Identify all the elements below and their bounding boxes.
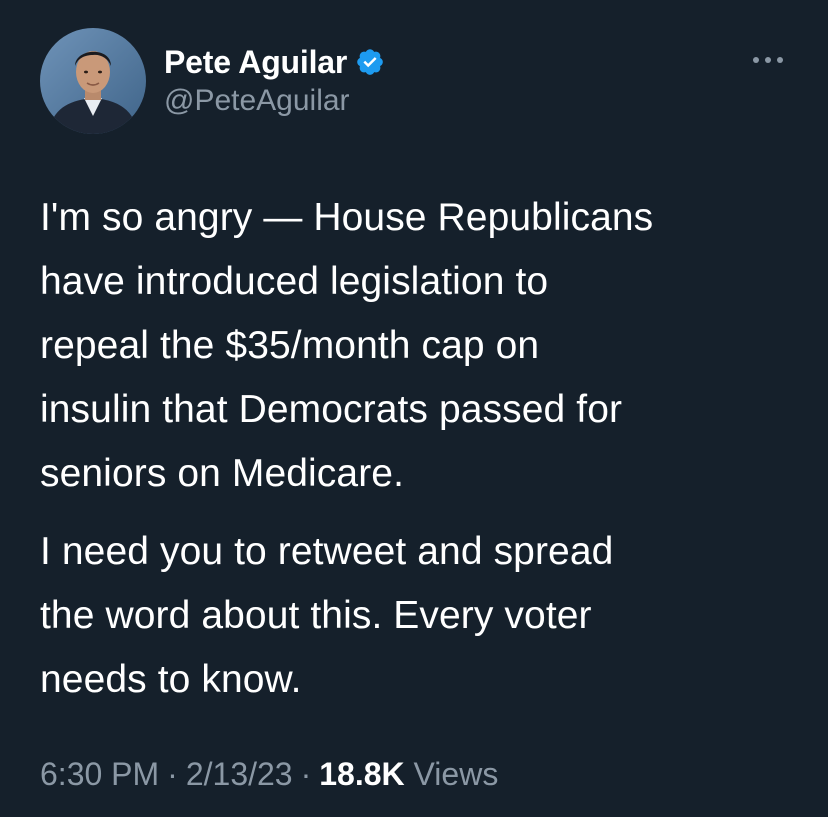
avatar[interactable] [40, 28, 146, 134]
tweet-paragraph: I need you to retweet and spread the wor… [40, 530, 614, 701]
display-name[interactable]: Pete Aguilar [164, 44, 347, 81]
tweet-meta: 6:30 PM · 2/13/23 · 18.8K Views [40, 756, 498, 793]
tweet-header: Pete Aguilar @PeteAguilar [40, 28, 788, 136]
verified-badge-icon [355, 47, 385, 77]
meta-separator: · [300, 756, 312, 792]
views-count: 18.8K [319, 756, 405, 792]
tweet-date[interactable]: 2/13/23 [186, 756, 293, 792]
tweet-paragraph: I'm so angry — House Republicans have in… [40, 196, 654, 495]
views-label: Views [413, 756, 499, 792]
avatar-image [40, 28, 146, 134]
author-names: Pete Aguilar @PeteAguilar [164, 42, 385, 118]
name-row: Pete Aguilar [164, 42, 385, 82]
tweet-body: I'm so angry — House Republicans have in… [40, 186, 810, 712]
more-options-icon[interactable] [748, 48, 788, 72]
views-link[interactable]: 18.8K Views [319, 756, 498, 792]
author-handle[interactable]: @PeteAguilar [164, 84, 385, 118]
meta-separator: · [167, 756, 178, 792]
truncated-context-line [110, 0, 650, 6]
tweet-time[interactable]: 6:30 PM [40, 756, 159, 792]
